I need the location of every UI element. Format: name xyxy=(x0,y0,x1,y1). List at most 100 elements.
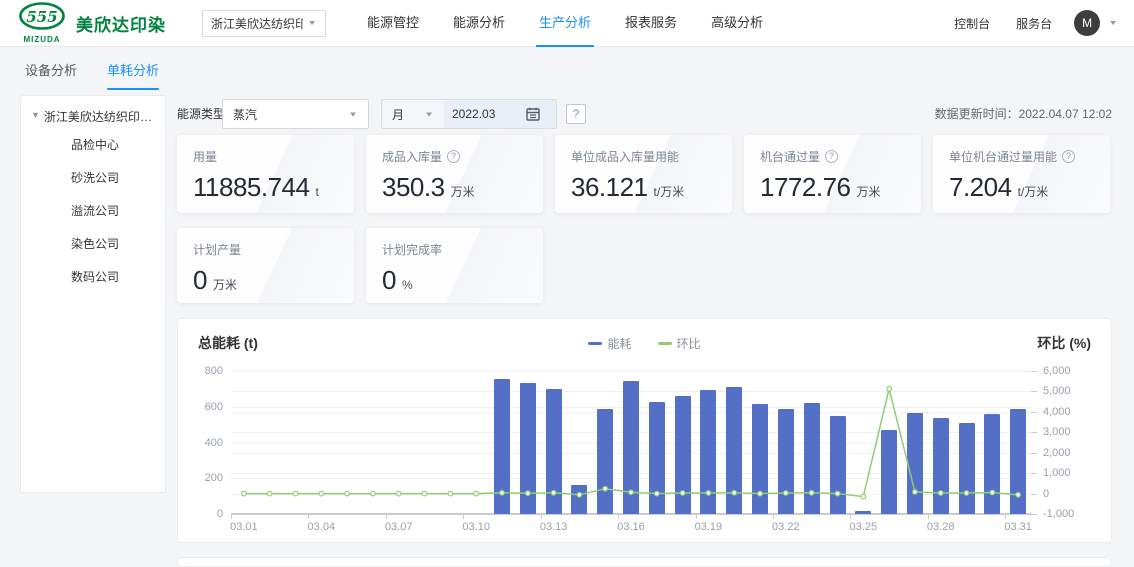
stat-value-row: 36.121t/万米 xyxy=(571,172,716,203)
stat-card-value: 36.121 xyxy=(571,172,648,203)
tree-item-溢流公司[interactable]: 溢流公司 xyxy=(71,195,159,228)
stat-card-label: 机台通过量? xyxy=(760,148,905,165)
filter-bar: 能源类型: 蒸汽 ▼ 月 ▼ 2022.03 xyxy=(177,99,1112,129)
tree-item-数码公司[interactable]: 数码公司 xyxy=(71,261,159,294)
stat-card-计划产量: 计划产量 0万米 xyxy=(177,228,354,303)
nav-item-能源分析[interactable]: 能源分析 xyxy=(436,0,522,47)
legend-item-能耗[interactable]: 能耗 xyxy=(588,335,631,352)
y-axis-right-tick-label: 6,000 xyxy=(1043,365,1071,377)
analysis-tabs: 设备分析单耗分析 xyxy=(25,60,189,90)
x-axis-label-03.22: 03.22 xyxy=(772,521,800,533)
nav-item-高级分析[interactable]: 高级分析 xyxy=(694,0,780,47)
stat-value-row: 0% xyxy=(382,265,527,296)
nav-item-报表服务[interactable]: 报表服务 xyxy=(608,0,694,47)
stat-card-unit: t xyxy=(315,185,318,199)
date-picker-group[interactable]: 月 ▼ 2022.03 xyxy=(381,99,557,129)
nav-item-能源管控[interactable]: 能源管控 xyxy=(350,0,436,47)
y-axis-right-tick xyxy=(1031,453,1037,454)
energy-type-label: 能源类型: xyxy=(177,99,228,129)
nav-item-生产分析[interactable]: 生产分析 xyxy=(522,0,608,47)
x-axis-label-03.07: 03.07 xyxy=(385,521,413,533)
tree-collapse-caret-icon[interactable]: ▼ xyxy=(31,110,40,120)
tree-item-品检中心[interactable]: 品检中心 xyxy=(71,129,159,162)
y-axis-right-tick-label: 0 xyxy=(1043,488,1049,500)
mizuda-logo-icon: 555 MIZUDA xyxy=(18,2,66,44)
y-axis-right-tick-label: -1,000 xyxy=(1043,508,1074,520)
stat-value-row: 0万米 xyxy=(193,265,338,296)
x-axis-label-03.04: 03.04 xyxy=(308,521,336,533)
data-update-time: 数据更新时间：2022.04.07 12:02 xyxy=(935,99,1112,129)
stat-value-row: 350.3万米 xyxy=(382,172,527,203)
tree-item-砂洗公司[interactable]: 砂洗公司 xyxy=(71,162,159,195)
question-circle-icon[interactable]: ? xyxy=(447,150,460,163)
x-axis-tick xyxy=(386,515,387,519)
stat-card-value: 0 xyxy=(382,265,396,296)
stat-card-label: 成品入库量? xyxy=(382,148,527,165)
x-axis-label-03.16: 03.16 xyxy=(617,521,645,533)
stat-card-机台通过量: 机台通过量?1772.76万米 xyxy=(744,135,921,213)
date-value: 2022.03 xyxy=(452,107,495,121)
user-menu-chevron-icon[interactable]: ▼ xyxy=(1108,19,1118,27)
org-selector-dropdown[interactable]: 浙江美欣达纺织印... ▼ xyxy=(202,10,326,37)
period-value: 月 xyxy=(392,106,420,123)
y-axis-left-tick-label: 200 xyxy=(189,472,223,484)
question-circle-icon[interactable]: ? xyxy=(1062,150,1075,163)
tree-item-染色公司[interactable]: 染色公司 xyxy=(71,228,159,261)
legend-swatch-icon xyxy=(588,342,602,345)
x-axis-label-03.19: 03.19 xyxy=(695,521,723,533)
console-link[interactable]: 控制台 xyxy=(954,15,990,32)
y-axis-right-tick xyxy=(1031,432,1037,433)
stat-value-row: 11885.744 t xyxy=(193,172,338,203)
main-nav: 能源管控能源分析生产分析报表服务高级分析 xyxy=(350,0,780,47)
date-input[interactable]: 2022.03 xyxy=(444,100,556,128)
chart-right-axis-title: 环比 (%) xyxy=(1037,333,1091,353)
stat-card-value: 11885.744 xyxy=(193,172,309,203)
y-axis-right-tick-label: 2,000 xyxy=(1043,447,1071,459)
legend-item-环比[interactable]: 环比 xyxy=(658,335,701,352)
service-desk-link[interactable]: 服务台 xyxy=(1016,15,1052,32)
chart-plot-area[interactable] xyxy=(231,371,1031,514)
y-axis-right-tick-label: 4,000 xyxy=(1043,406,1071,418)
energy-chart-card: 总能耗 (t) 能耗环比 环比 (%) 80060040020006,0005,… xyxy=(177,318,1112,543)
stat-value-row: 7.204t/万米 xyxy=(949,172,1094,203)
next-panel-edge xyxy=(177,557,1112,567)
tab-单耗分析[interactable]: 单耗分析 xyxy=(107,60,159,90)
header-right: 控制台 服务台 M ▼ xyxy=(928,10,1118,36)
chart-legend: 能耗 环比 xyxy=(178,335,1111,352)
y-axis-left-tick-label: 0 xyxy=(189,508,223,520)
stat-card-label: 计划完成率 xyxy=(382,241,527,258)
energy-type-value: 蒸汽 xyxy=(233,106,344,123)
user-avatar[interactable]: M xyxy=(1074,10,1100,36)
x-axis-label-03.25: 03.25 xyxy=(850,521,878,533)
chevron-down-icon: ▼ xyxy=(348,110,358,118)
stat-card-label: 计划产量 xyxy=(193,241,338,258)
stat-card-value: 7.204 xyxy=(949,172,1012,203)
question-circle-icon[interactable]: ? xyxy=(825,150,838,163)
energy-type-select[interactable]: 蒸汽 ▼ xyxy=(222,99,369,129)
help-button[interactable]: ? xyxy=(566,104,586,124)
stat-card-label: 单位成品入库量用能 xyxy=(571,148,716,165)
tree-root-node[interactable]: ▼ 浙江美欣达纺织印染科技印... xyxy=(31,108,159,125)
stat-card-计划完成率: 计划完成率 0% xyxy=(366,228,543,303)
app-header: 555 MIZUDA 美欣达印染 浙江美欣达纺织印... ▼ 能源管控能源分析生… xyxy=(0,0,1134,47)
x-axis-tick xyxy=(850,515,851,519)
y-axis-right-tick xyxy=(1031,371,1037,372)
x-axis-tick xyxy=(231,515,232,519)
x-axis-label-03.13: 03.13 xyxy=(540,521,568,533)
org-selector-value: 浙江美欣达纺织印... xyxy=(211,15,303,32)
y-axis-right-tick-label: 5,000 xyxy=(1043,385,1071,397)
chevron-down-icon: ▼ xyxy=(424,110,434,118)
legend-swatch-icon xyxy=(658,342,672,345)
x-axis-label-03.10: 03.10 xyxy=(462,521,490,533)
y-axis-right-tick-label: 1,000 xyxy=(1043,467,1071,479)
stat-card-成品入库量: 成品入库量? 350.3万米 xyxy=(366,135,543,213)
stat-card-label: 用量 xyxy=(193,148,338,165)
y-axis-right-tick xyxy=(1031,412,1037,413)
tab-设备分析[interactable]: 设备分析 xyxy=(25,60,77,90)
period-select[interactable]: 月 ▼ xyxy=(382,106,444,123)
stat-cards-row-2: 计划产量 0万米 计划完成率 0% xyxy=(177,228,1112,303)
calendar-icon[interactable] xyxy=(526,107,540,121)
x-axis-tick xyxy=(618,515,619,519)
x-axis-tick xyxy=(308,515,309,519)
y-axis-left-tick-label: 400 xyxy=(189,437,223,449)
